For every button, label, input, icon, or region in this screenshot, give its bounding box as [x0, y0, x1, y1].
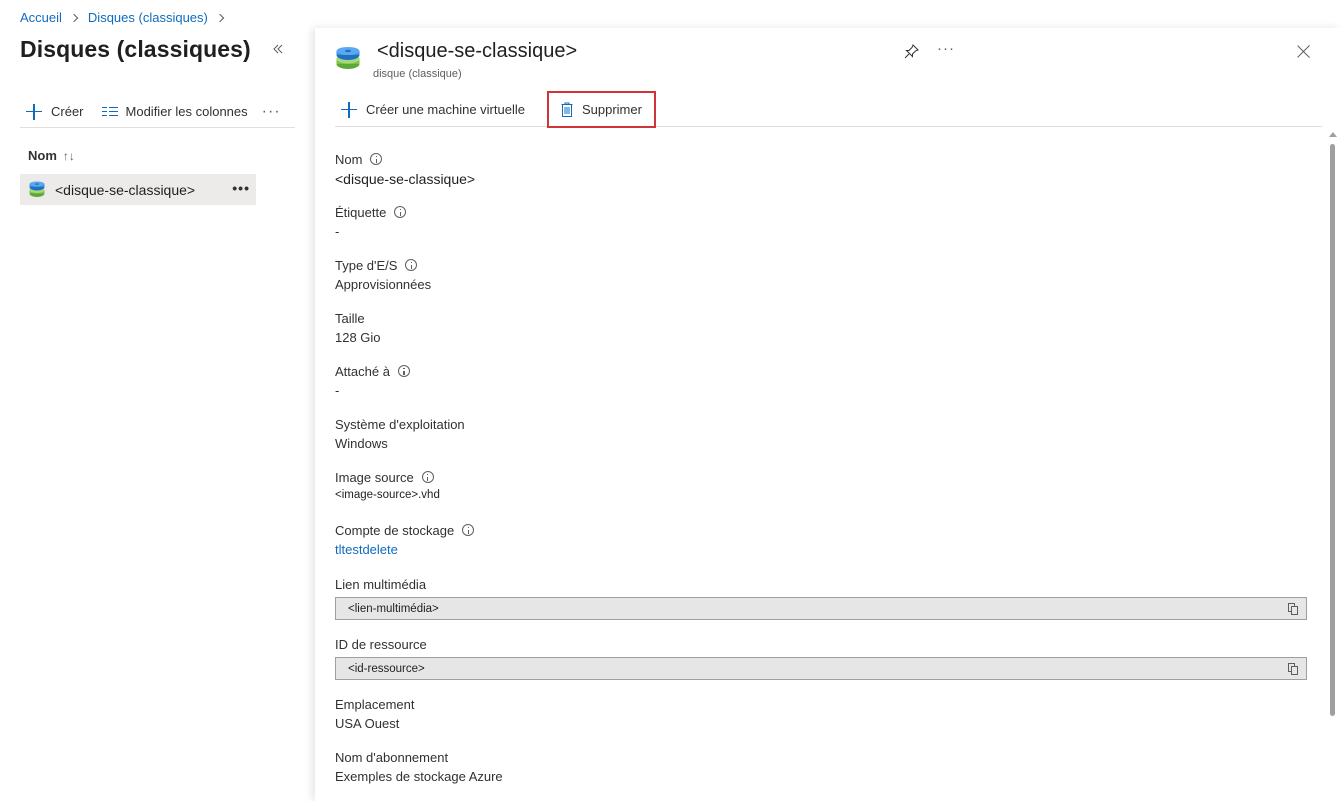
- list-toolbar: Créer Modifier les colonnes ···: [20, 96, 295, 128]
- pin-icon[interactable]: [904, 44, 919, 59]
- name-column-label: Nom: [28, 148, 57, 163]
- edit-columns-label: Modifier les colonnes: [125, 104, 248, 119]
- property-storage-account: Compte de stockage tltestdelete: [335, 521, 1307, 575]
- page-title: Disques (classiques): [20, 36, 251, 62]
- property-label: Emplacement: [335, 696, 415, 712]
- list-column-header: Nom ↑↓: [28, 148, 75, 163]
- property-label: ID de ressource: [335, 636, 427, 652]
- info-icon[interactable]: [462, 524, 475, 536]
- property-media-link: Lien multimédia <lien-multimédia>: [335, 575, 1307, 635]
- info-icon[interactable]: [397, 365, 410, 377]
- delete-button[interactable]: Supprimer: [546, 91, 656, 128]
- info-icon[interactable]: [421, 471, 434, 483]
- blade-subtitle: disque (classique): [373, 68, 462, 80]
- breadcrumb-home[interactable]: Accueil: [20, 10, 62, 25]
- property-size: Taille 128 Gio: [335, 309, 1307, 362]
- field-value: <lien-multimédia>: [348, 602, 439, 615]
- plus-icon: [341, 101, 357, 118]
- chevron-right-icon: [214, 11, 228, 25]
- property-io-type: Type d'E/S Approvisionnées: [335, 256, 1307, 309]
- property-label: Image source: [335, 469, 414, 485]
- property-value: 128 Gio: [335, 330, 381, 345]
- more-icon[interactable]: ···: [937, 40, 955, 57]
- create-vm-button[interactable]: Créer une machine virtuelle: [335, 96, 533, 124]
- trash-icon: [561, 102, 573, 117]
- property-resource-id: ID de ressource <id-ressource>: [335, 635, 1307, 695]
- info-icon[interactable]: [405, 259, 418, 271]
- property-label: Type d'E/S: [335, 257, 398, 273]
- breadcrumb-classic-disks[interactable]: Disques (classiques): [88, 10, 208, 25]
- create-button[interactable]: Créer: [20, 98, 92, 126]
- property-tag: Étiquette -: [335, 203, 1307, 256]
- property-label: Nom d'abonnement: [335, 749, 449, 765]
- property-attached-to: Attaché à -: [335, 362, 1307, 415]
- scroll-up-arrow[interactable]: [1329, 132, 1337, 137]
- property-name: Nom <disque-se-classique>: [335, 150, 1307, 203]
- create-vm-label: Créer une machine virtuelle: [366, 102, 525, 117]
- breadcrumb: Accueil Disques (classiques): [20, 10, 234, 25]
- properties-panel: Nom <disque-se-classique> Étiquette - Ty…: [335, 150, 1307, 801]
- resource-id-field[interactable]: <id-ressource>: [335, 657, 1307, 680]
- property-label: Étiquette: [335, 204, 387, 220]
- more-icon[interactable]: ···: [262, 103, 281, 121]
- property-label: Attaché à: [335, 363, 390, 379]
- edit-columns-button[interactable]: Modifier les colonnes: [96, 98, 256, 126]
- info-icon[interactable]: [394, 206, 407, 218]
- create-button-label: Créer: [51, 104, 84, 119]
- property-location: Emplacement USA Ouest: [335, 695, 1307, 748]
- property-label: Compte de stockage: [335, 522, 455, 538]
- list-item[interactable]: <disque-se-classique> •••: [20, 174, 256, 205]
- double-chevron-left-icon[interactable]: [272, 42, 288, 58]
- storage-account-link[interactable]: tltestdelete: [335, 542, 398, 557]
- property-label: Lien multimédia: [335, 576, 427, 592]
- sort-icon[interactable]: ↑↓: [63, 149, 75, 163]
- property-os: Système d'exploitation Windows: [335, 415, 1307, 468]
- chevron-right-icon: [68, 11, 82, 25]
- property-value: -: [335, 224, 340, 239]
- property-value: USA Ouest: [335, 716, 400, 731]
- columns-icon: [101, 106, 118, 118]
- plus-icon: [26, 103, 42, 120]
- property-value: Windows: [335, 436, 388, 451]
- classic-disk-icon: [336, 47, 360, 69]
- property-label: Nom: [335, 151, 363, 167]
- more-icon[interactable]: •••: [232, 180, 250, 196]
- property-label: Système d'exploitation: [335, 416, 465, 432]
- close-icon[interactable]: [1297, 44, 1311, 58]
- property-value: <disque-se-classique>: [335, 171, 476, 187]
- copy-icon[interactable]: [1288, 603, 1298, 615]
- detail-blade: <disque-se-classique> disque (classique)…: [315, 28, 1341, 801]
- property-value: <image-source>.vhd: [335, 489, 440, 501]
- blade-toolbar: Créer une machine virtuelle Supprimer: [335, 91, 1322, 128]
- scrollbar[interactable]: [1330, 144, 1335, 716]
- property-value: Approvisionnées: [335, 277, 432, 292]
- delete-label: Supprimer: [581, 102, 642, 117]
- list-item-label: <disque-se-classique>: [55, 181, 196, 198]
- property-subscription-name: Nom d'abonnement Exemples de stockage Az…: [335, 748, 1307, 801]
- blade-title: <disque-se-classique>: [377, 40, 578, 62]
- property-source-image: Image source <image-source>.vhd: [335, 468, 1307, 521]
- field-value: <id-ressource>: [348, 662, 425, 675]
- info-icon[interactable]: [370, 153, 383, 165]
- copy-icon[interactable]: [1288, 663, 1298, 675]
- classic-disk-icon: [29, 181, 45, 197]
- property-label: Taille: [335, 310, 365, 326]
- property-value: Exemples de stockage Azure: [335, 769, 503, 784]
- property-value: -: [335, 383, 340, 398]
- media-link-field[interactable]: <lien-multimédia>: [335, 597, 1307, 620]
